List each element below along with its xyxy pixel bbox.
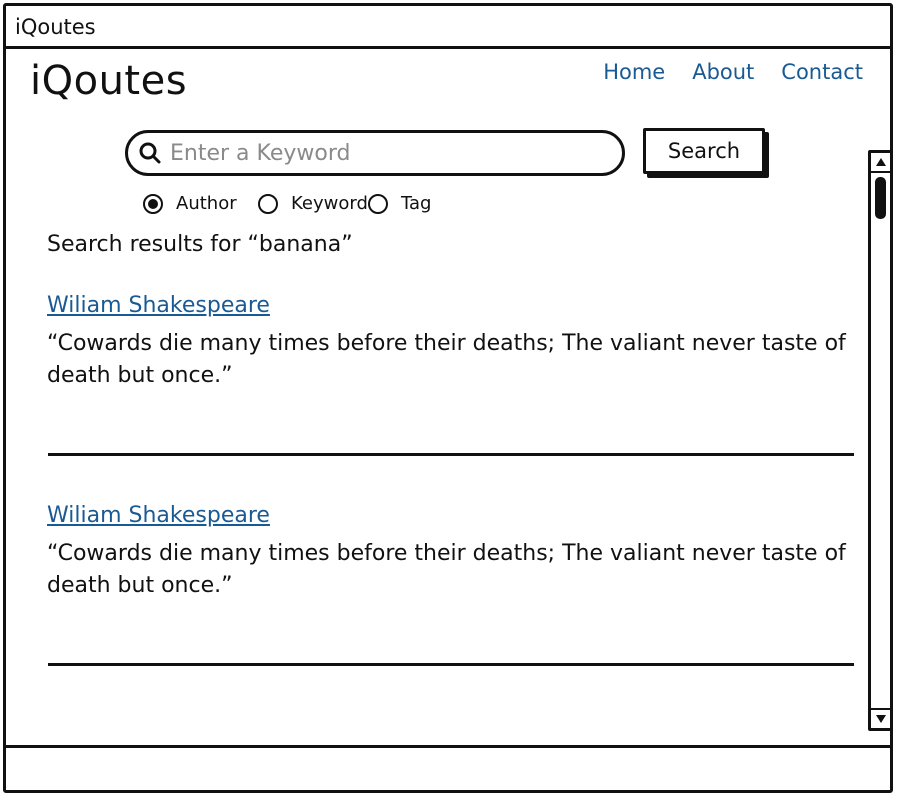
filter-author-label: Author [176,193,237,214]
triangle-down-icon [875,715,886,723]
result-item: Wiliam Shakespeare “Cowards die many tim… [47,293,853,392]
radio-checked-indicator [143,193,163,214]
triangle-up-icon [875,158,886,166]
scroll-up-button[interactable] [871,153,890,173]
filter-keyword-radio[interactable]: Keyword [258,193,368,214]
radio-unchecked-indicator [368,193,388,214]
status-bar [6,745,890,790]
radio-unchecked-indicator [258,193,278,214]
browser-window: iQoutes [3,3,893,793]
vertical-scrollbar[interactable] [868,150,893,731]
result-divider [48,663,854,666]
window-title: iQoutes [15,15,96,39]
scroll-thumb[interactable] [875,177,886,219]
search-box [125,130,625,176]
result-quote: “Cowards die many times before their dea… [47,541,846,598]
search-input[interactable] [170,140,600,166]
nav-contact-link[interactable]: Contact [781,60,863,84]
result-item: Wiliam Shakespeare “Cowards die many tim… [47,503,853,602]
search-icon [138,141,162,165]
result-divider [48,453,854,456]
filter-keyword-label: Keyword [291,193,368,214]
nav-about-link[interactable]: About [692,60,754,84]
site-logo: iQoutes [30,58,188,104]
result-author-link[interactable]: Wiliam Shakespeare [47,293,270,318]
results-heading: Search results for “banana” [47,232,353,257]
filter-tag-label: Tag [401,193,432,214]
title-bar: iQoutes [6,6,890,49]
result-author-link[interactable]: Wiliam Shakespeare [47,503,270,528]
filter-tag-radio[interactable]: Tag [368,193,431,214]
search-button[interactable]: Search [643,128,765,174]
top-nav: Home About Contact [603,60,863,84]
scroll-down-button[interactable] [871,708,890,728]
nav-home-link[interactable]: Home [603,60,665,84]
filter-author-radio[interactable]: Author [143,193,237,214]
result-quote: “Cowards die many times before their dea… [47,331,846,388]
